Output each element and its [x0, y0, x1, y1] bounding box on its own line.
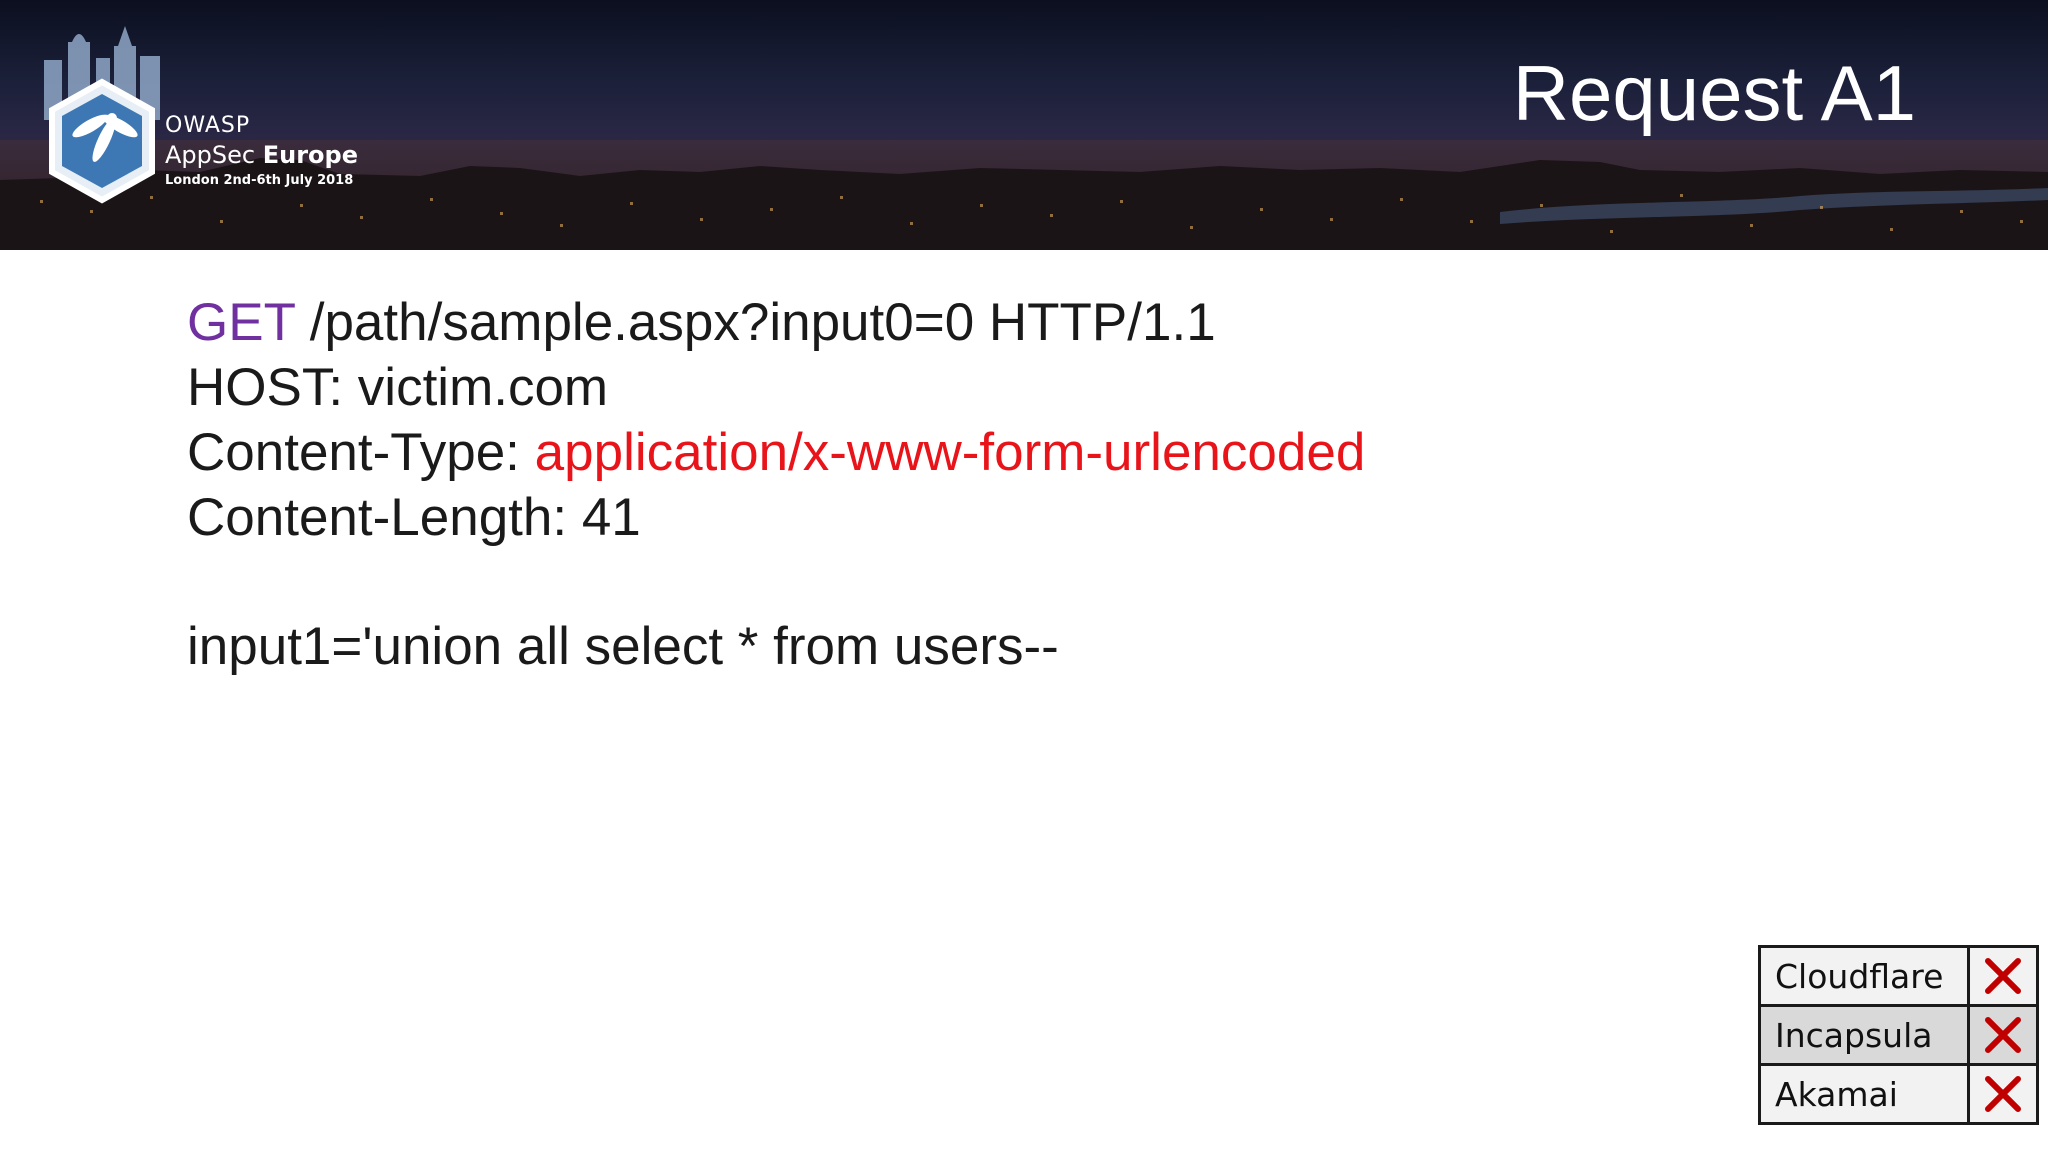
logo-text: OWASP AppSec Europe London 2nd-6th July …: [165, 112, 358, 192]
content-type-header: Content-Type: application/x-www-form-url…: [187, 420, 1365, 485]
logo-event-prefix: AppSec: [165, 141, 256, 169]
logo-event: AppSec Europe: [165, 140, 358, 170]
request-line: GET /path/sample.aspx?input0=0 HTTP/1.1: [187, 290, 1365, 355]
http-request: GET /path/sample.aspx?input0=0 HTTP/1.1 …: [187, 290, 1365, 679]
x-icon: [1985, 1017, 2021, 1053]
request-body: input1='union all select * from users--: [187, 617, 1059, 676]
waf-name: Akamai: [1758, 1063, 1970, 1125]
waf-name: Incapsula: [1758, 1004, 1970, 1066]
x-icon: [1985, 1076, 2021, 1112]
waf-result: [1967, 1063, 2039, 1125]
waf-row: Akamai: [1758, 1063, 2039, 1125]
host-header: HOST: victim.com: [187, 358, 609, 417]
content-type-label: Content-Type:: [187, 423, 535, 482]
header-banner: OWASP AppSec Europe London 2nd-6th July …: [0, 0, 2048, 250]
logo-dates: London 2nd-6th July 2018: [165, 173, 354, 188]
logo-org: OWASP: [165, 113, 251, 138]
waf-row: Cloudflare: [1758, 945, 2039, 1007]
logo-event-bold: Europe: [262, 141, 358, 169]
content-length-header: Content-Length: 41: [187, 488, 641, 547]
waf-row: Incapsula: [1758, 1004, 2039, 1066]
x-icon: [1985, 958, 2021, 994]
content-type-value: application/x-www-form-urlencoded: [534, 423, 1366, 482]
request-line-rest: /path/sample.aspx?input0=0 HTTP/1.1: [295, 293, 1216, 352]
waf-name: Cloudflare: [1758, 945, 1970, 1007]
http-method: GET: [187, 293, 295, 352]
waf-result: [1967, 945, 2039, 1007]
waf-results-table: Cloudflare Incapsula Akamai: [1758, 945, 2039, 1125]
waf-result: [1967, 1004, 2039, 1066]
slide-title: Request A1: [1512, 49, 1916, 137]
